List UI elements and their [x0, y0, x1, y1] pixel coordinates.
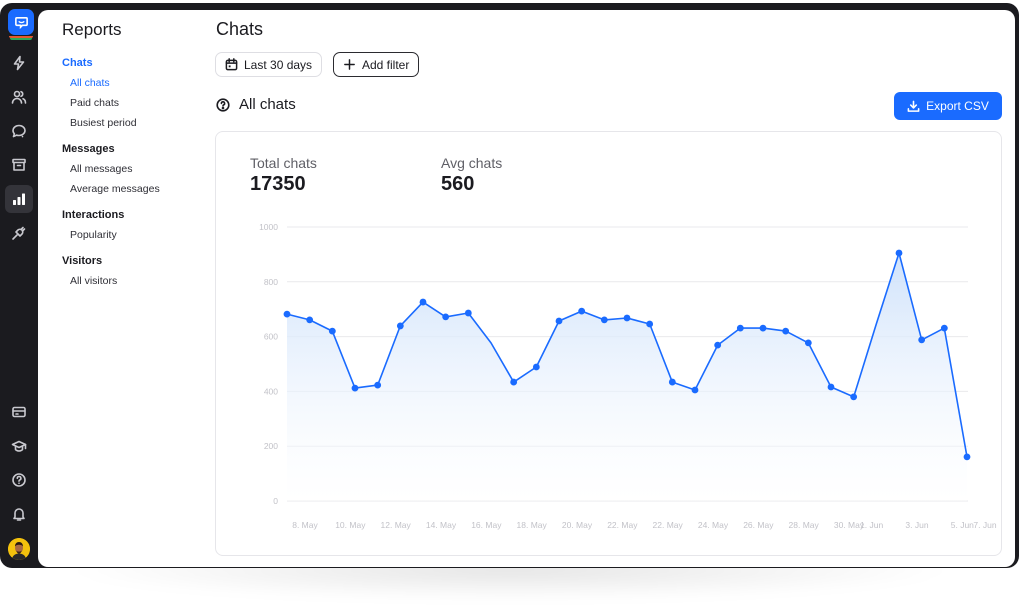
section-title: All chats — [239, 96, 296, 113]
data-point[interactable] — [600, 316, 608, 324]
chat-question-icon[interactable] — [5, 117, 33, 145]
data-point[interactable] — [895, 249, 903, 257]
data-point[interactable] — [442, 313, 450, 321]
data-point[interactable] — [328, 327, 336, 335]
data-point[interactable] — [827, 383, 835, 391]
data-point[interactable] — [555, 317, 563, 325]
nav-title: Reports — [62, 20, 122, 39]
export-csv-button[interactable]: Export CSV — [894, 92, 1002, 120]
plus-icon — [344, 59, 355, 70]
stat-label: Total chats — [250, 155, 317, 171]
add-filter-label: Add filter — [362, 57, 410, 72]
date-range-label: Last 30 days — [244, 57, 313, 72]
nav-item-all-chats[interactable]: All chats — [70, 77, 110, 89]
stat-value: 17350 — [250, 173, 306, 195]
users-icon[interactable] — [5, 83, 33, 111]
data-point[interactable] — [850, 393, 858, 401]
data-point[interactable] — [374, 381, 382, 389]
bell-icon[interactable] — [5, 500, 33, 528]
data-point[interactable] — [940, 324, 948, 332]
download-icon — [907, 100, 920, 112]
chat-logo-icon[interactable] — [8, 9, 34, 35]
nav-item-average-messages[interactable]: Average messages — [70, 183, 160, 195]
data-point[interactable] — [283, 310, 291, 318]
export-csv-label: Export CSV — [926, 99, 989, 113]
nav-item-busiest-period[interactable]: Busiest period — [70, 117, 137, 129]
data-point[interactable] — [351, 384, 359, 392]
data-point[interactable] — [396, 322, 404, 330]
data-point[interactable] — [782, 327, 790, 335]
nav-item-all-messages[interactable]: All messages — [70, 163, 132, 175]
data-point[interactable] — [623, 314, 631, 322]
data-point[interactable] — [918, 336, 926, 344]
data-point[interactable] — [532, 363, 540, 371]
nav-section-visitors[interactable]: Visitors — [62, 255, 102, 267]
help-circle-icon[interactable] — [216, 97, 230, 112]
nav-section-interactions[interactable]: Interactions — [62, 209, 124, 221]
stat-label: Avg chats — [441, 155, 503, 171]
add-filter-button[interactable]: Add filter — [333, 52, 420, 77]
chart-card — [215, 131, 1002, 556]
billing-card-icon[interactable] — [5, 398, 33, 426]
stat-avg-chats: Avg chats 560 — [441, 155, 502, 196]
data-point[interactable] — [578, 307, 586, 315]
data-point[interactable] — [646, 320, 654, 328]
nav-section-messages[interactable]: Messages — [62, 143, 115, 155]
date-range-button[interactable]: Last 30 days — [215, 52, 323, 77]
help-icon[interactable] — [5, 466, 33, 494]
data-point[interactable] — [963, 453, 971, 461]
data-point[interactable] — [736, 324, 744, 332]
stat-total-chats: Total chats 17350 — [250, 155, 317, 196]
data-point[interactable] — [714, 341, 722, 349]
data-point[interactable] — [804, 339, 812, 347]
data-point[interactable] — [510, 378, 518, 386]
lightning-icon[interactable] — [5, 49, 33, 77]
nav-section-chats[interactable]: Chats — [62, 57, 93, 69]
data-point[interactable] — [668, 378, 676, 386]
avatar[interactable] — [8, 538, 30, 560]
nav-item-all-visitors[interactable]: All visitors — [70, 275, 117, 287]
stat-value: 560 — [441, 173, 475, 195]
data-point[interactable] — [759, 324, 767, 332]
data-point[interactable] — [691, 386, 699, 394]
page-title: Chats — [216, 19, 264, 39]
section-header: All chats — [216, 96, 296, 113]
data-point[interactable] — [419, 298, 427, 306]
data-point[interactable] — [464, 309, 472, 317]
plug-icon[interactable] — [5, 219, 33, 247]
nav-item-popularity[interactable]: Popularity — [70, 229, 117, 241]
logo-stripe-green — [10, 38, 32, 40]
archive-icon[interactable] — [5, 151, 33, 179]
calendar-icon — [225, 58, 238, 71]
graduation-cap-icon[interactable] — [5, 432, 33, 460]
icon-rail — [0, 0, 38, 568]
bar-chart-icon[interactable] — [5, 185, 33, 213]
nav-item-paid-chats[interactable]: Paid chats — [70, 97, 119, 109]
data-point[interactable] — [306, 316, 314, 324]
